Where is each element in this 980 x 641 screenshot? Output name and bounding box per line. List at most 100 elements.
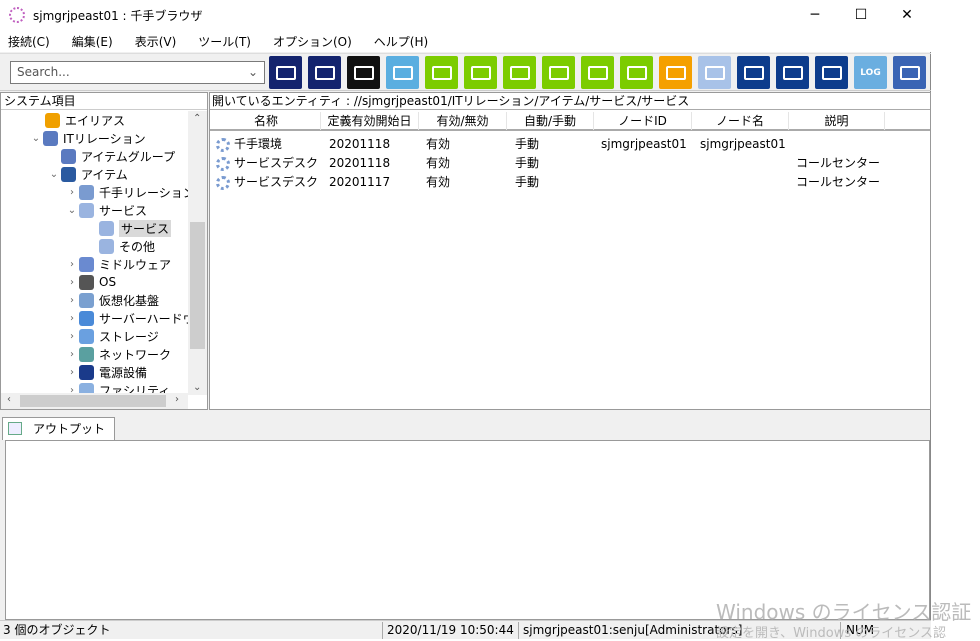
topology-icon	[275, 65, 296, 80]
search-input[interactable]: Search... ⌄	[10, 61, 265, 84]
scroll-right-icon[interactable]: ›	[175, 394, 179, 405]
menu-options[interactable]: オプション(O)	[273, 33, 352, 50]
settings-map-button[interactable]	[425, 56, 458, 89]
bar-chart-button[interactable]	[659, 56, 692, 89]
gantt-button[interactable]	[620, 56, 653, 89]
message-icon	[392, 65, 413, 80]
topology-button[interactable]	[269, 56, 302, 89]
status-divider	[518, 622, 519, 639]
table-cell: sjmgrjpeast01	[601, 137, 687, 151]
storage-monitor-button[interactable]	[347, 56, 380, 89]
tree-horizontal-scrollbar[interactable]: ‹ ›	[1, 393, 188, 409]
minimize-button[interactable]: ─	[792, 0, 838, 30]
chevron-right-icon[interactable]: ›	[65, 277, 79, 288]
scroll-thumb[interactable]	[190, 222, 205, 349]
export-camera-button[interactable]	[815, 56, 848, 89]
check-monitor-button[interactable]	[542, 56, 575, 89]
puzzle-icon	[704, 65, 725, 80]
log-button[interactable]: LOG	[854, 56, 887, 89]
export-settings-button[interactable]	[737, 56, 770, 89]
scroll-left-icon[interactable]: ‹	[7, 394, 11, 405]
table-row[interactable]: サービスデスク 20201118 有効 手動 コールセンター	[210, 154, 930, 173]
chevron-right-icon[interactable]: ›	[65, 367, 79, 378]
close-button[interactable]: ✕	[884, 0, 930, 30]
output-view	[5, 440, 930, 620]
tree-item-label: アイテム	[81, 167, 128, 182]
tree-item[interactable]: › サーバーハードウェア	[65, 309, 188, 327]
tab-output-view[interactable]: アウトプットビュー	[2, 417, 115, 458]
tree-vertical-scrollbar[interactable]: ⌃ ⌄	[188, 111, 207, 395]
tree-item[interactable]: サービス	[85, 219, 172, 237]
table-row[interactable]: サービスデスク 20201117 有効 手動 コールセンター	[210, 173, 930, 192]
tree-item[interactable]: ⌄ ITリレーション	[29, 129, 146, 147]
activation-watermark-sub: 設定を開き、Windows のライセンス認	[716, 626, 946, 641]
table-cell: 手動	[515, 137, 540, 151]
tree-item[interactable]: › ミドルウェア	[65, 255, 171, 273]
tree-item[interactable]: › 電源設備	[65, 363, 147, 381]
column-header[interactable]: 定義有効開始日	[321, 112, 419, 130]
entity-list-panel: 開いているエンティティ : //sjmgrjpeast01/ITリレーション/ア…	[209, 92, 931, 410]
check-monitor-icon	[548, 65, 569, 80]
chevron-right-icon[interactable]: ›	[65, 187, 79, 198]
tree-item-icon	[99, 220, 114, 236]
tree-item[interactable]: › ネットワーク	[65, 345, 171, 363]
table-cell: 20201118	[329, 137, 391, 151]
tree-item[interactable]: › ストレージ	[65, 327, 159, 345]
column-header[interactable]: ノード名	[692, 112, 789, 130]
maximize-button[interactable]: ☐	[838, 0, 884, 30]
camera-map-button[interactable]	[503, 56, 536, 89]
settings-map-icon	[431, 65, 452, 80]
export-check-button[interactable]	[776, 56, 809, 89]
export-check-icon	[782, 65, 803, 80]
chart-report-button[interactable]	[581, 56, 614, 89]
menu-view[interactable]: 表示(V)	[135, 33, 177, 50]
menu-connect[interactable]: 接続(C)	[8, 33, 50, 50]
tree-item[interactable]: ⌄ アイテム	[47, 165, 128, 183]
table-cell: 有効	[426, 137, 451, 151]
radar-button[interactable]	[893, 56, 926, 89]
tree-item[interactable]: ⌄ サービス	[65, 201, 147, 219]
menu-edit[interactable]: 編集(E)	[72, 33, 113, 50]
camera-map-icon	[509, 65, 530, 80]
check-map-button[interactable]	[464, 56, 497, 89]
tree-item-icon	[45, 112, 60, 128]
puzzle-button[interactable]	[698, 56, 731, 89]
column-header[interactable]: 有効/無効	[419, 112, 507, 130]
tree-item-label: サービス	[99, 203, 148, 218]
tree-item-label: アイテムグループ	[81, 149, 176, 164]
tree-item[interactable]: アイテムグループ	[47, 147, 175, 165]
tree-item[interactable]: › 仮想化基盤	[65, 291, 159, 309]
column-header[interactable]: ノードID	[594, 112, 692, 130]
monitor-button[interactable]	[308, 56, 341, 89]
tree-item[interactable]: エイリアス	[31, 111, 125, 129]
message-button[interactable]	[386, 56, 419, 89]
chevron-down-icon[interactable]: ⌄	[47, 169, 61, 180]
scroll-thumb[interactable]	[20, 395, 166, 407]
tree-item[interactable]: › 千手リレーション	[65, 183, 188, 201]
column-header[interactable]: 名称	[212, 112, 321, 130]
tree-item[interactable]: その他	[85, 237, 155, 255]
menu-bar: 接続(C) 編集(E) 表示(V) ツール(T) オプション(O) ヘルプ(H)	[0, 30, 931, 52]
chevron-down-icon[interactable]: ⌄	[65, 205, 79, 216]
table-cell: sjmgrjpeast01	[700, 137, 786, 151]
chevron-right-icon[interactable]: ›	[65, 259, 79, 270]
chevron-down-icon[interactable]: ⌄	[29, 133, 43, 144]
tree-item-label: ネットワーク	[99, 347, 172, 362]
chevron-right-icon[interactable]: ›	[65, 349, 79, 360]
table-row[interactable]: 千手環境 20201118 有効 手動 sjmgrjpeast01 sjmgrjpeast…	[210, 135, 930, 154]
tree-item[interactable]: › OS	[65, 273, 116, 291]
gantt-icon	[626, 65, 647, 80]
chevron-right-icon[interactable]: ›	[65, 331, 79, 342]
chevron-right-icon[interactable]: ›	[65, 313, 79, 324]
tree-item-label: サーバーハードウェア	[99, 311, 188, 326]
radar-icon	[899, 65, 920, 80]
table-cell: 20201118	[329, 156, 391, 170]
scroll-up-icon[interactable]: ⌃	[193, 113, 201, 124]
scroll-down-icon[interactable]: ⌄	[193, 382, 201, 393]
menu-tools[interactable]: ツール(T)	[198, 33, 251, 50]
column-header[interactable]: 自動/手動	[507, 112, 594, 130]
chevron-right-icon[interactable]: ›	[65, 295, 79, 306]
column-header[interactable]: 説明	[789, 112, 885, 130]
chevron-down-icon[interactable]: ⌄	[248, 62, 258, 83]
menu-help[interactable]: ヘルプ(H)	[374, 33, 428, 50]
